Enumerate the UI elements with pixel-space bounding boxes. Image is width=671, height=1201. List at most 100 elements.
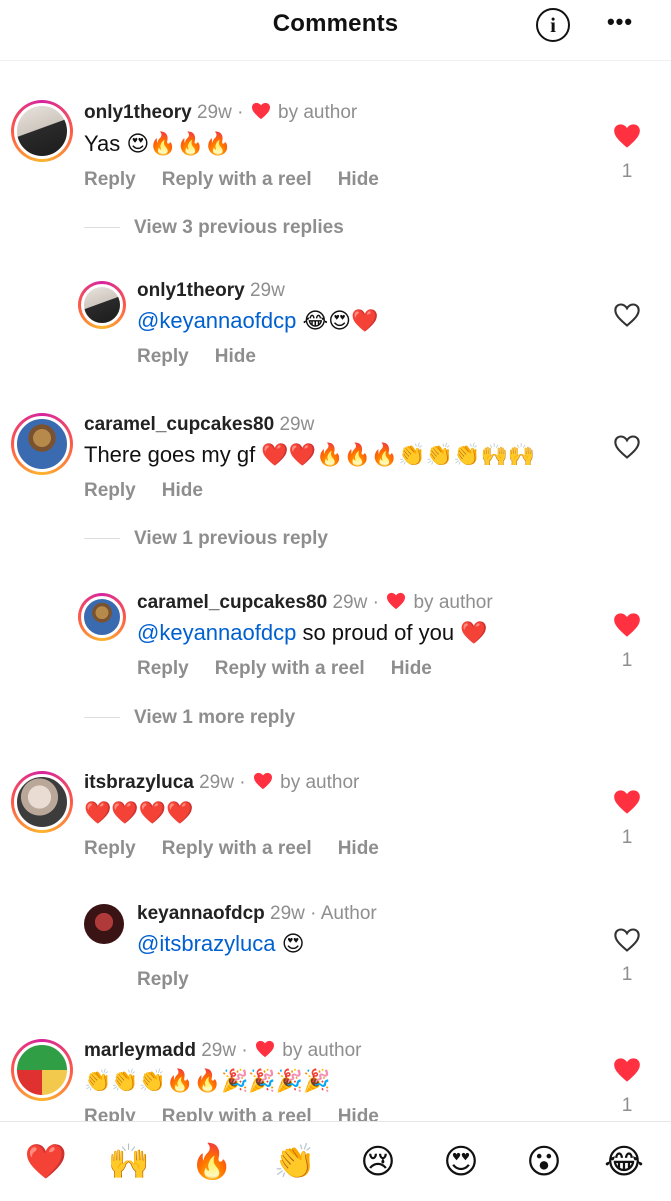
like-heart-outline-icon[interactable] bbox=[613, 302, 641, 328]
comment-text: Yas 😍🔥🔥🔥 bbox=[84, 131, 232, 156]
reply-button[interactable]: Reply bbox=[137, 969, 189, 990]
view-replies-label: View 1 more reply bbox=[134, 707, 296, 728]
author-badge: Author bbox=[320, 903, 377, 924]
comment-time: 29w bbox=[249, 280, 285, 301]
view-replies-button[interactable]: View 3 previous replies bbox=[84, 217, 344, 239]
comment-text: 👏👏👏🔥🔥🎉🎉🎉🎉 bbox=[84, 1068, 331, 1093]
author-heart-icon bbox=[251, 102, 270, 120]
avatar[interactable] bbox=[11, 413, 73, 475]
comment-username[interactable]: only1theory bbox=[84, 102, 192, 123]
comment-item: only1theory 29w · by author Yas 😍🔥🔥🔥 Rep… bbox=[0, 61, 671, 201]
hide-button[interactable]: Hide bbox=[215, 346, 256, 367]
reply-item: caramel_cupcakes80 29w · by author @keya… bbox=[0, 583, 671, 693]
emoji-laughing-button[interactable]: 😂 bbox=[602, 1142, 646, 1182]
comment-text: ❤️❤️❤️❤️ bbox=[84, 800, 194, 825]
emoji-fire-button[interactable]: 🔥 bbox=[190, 1142, 234, 1182]
view-replies-button[interactable]: View 1 previous reply bbox=[84, 528, 328, 550]
meta-separator: · bbox=[304, 903, 317, 924]
reply-button[interactable]: Reply bbox=[137, 346, 189, 367]
comment-item: itsbrazyluca 29w · by author ❤️❤️❤️❤️ Re… bbox=[0, 759, 671, 869]
like-heart-filled-icon[interactable] bbox=[613, 789, 641, 815]
more-options-button[interactable]: ••• bbox=[604, 11, 636, 36]
like-heart-outline-icon[interactable] bbox=[613, 927, 641, 953]
emoji-crying-button[interactable]: 😢 bbox=[356, 1142, 400, 1182]
reply-with-reel-button[interactable]: Reply with a reel bbox=[162, 169, 312, 190]
by-author-label: by author bbox=[280, 772, 360, 793]
comment-time: 29w bbox=[201, 1040, 237, 1061]
hide-button[interactable]: Hide bbox=[338, 169, 379, 190]
reply-button[interactable]: Reply bbox=[84, 838, 136, 859]
mention-link[interactable]: @keyannaofdcp bbox=[137, 620, 296, 645]
divider bbox=[84, 227, 120, 229]
hide-button[interactable]: Hide bbox=[338, 838, 379, 859]
emoji-surprised-button[interactable]: 😮 bbox=[522, 1142, 566, 1182]
like-heart-filled-icon[interactable] bbox=[613, 612, 641, 638]
avatar[interactable] bbox=[11, 1039, 73, 1101]
like-count: 1 bbox=[621, 827, 633, 848]
author-heart-icon bbox=[253, 772, 272, 790]
like-count: 1 bbox=[621, 161, 633, 182]
comment-time: 29w bbox=[279, 414, 315, 435]
emoji-raised-hands-button[interactable]: 🙌 bbox=[107, 1142, 151, 1182]
hide-button[interactable]: Hide bbox=[391, 658, 432, 679]
comment-text: 😂😍❤️ bbox=[296, 308, 379, 333]
comment-text: so proud of you ❤️ bbox=[296, 620, 488, 645]
avatar[interactable] bbox=[78, 593, 126, 641]
like-heart-outline-icon[interactable] bbox=[613, 434, 641, 460]
view-replies-label: View 1 previous reply bbox=[134, 528, 328, 549]
like-count: 1 bbox=[621, 1095, 633, 1116]
meta-separator: · bbox=[231, 102, 244, 123]
like-count: 1 bbox=[621, 964, 633, 985]
page-title: Comments bbox=[272, 10, 399, 37]
reply-button[interactable]: Reply bbox=[84, 480, 136, 501]
info-icon: i bbox=[550, 13, 556, 37]
author-heart-icon bbox=[387, 592, 406, 610]
comment-text: 😍 bbox=[275, 931, 305, 956]
avatar[interactable] bbox=[78, 281, 126, 329]
emoji-heart-button[interactable]: ❤️ bbox=[24, 1142, 68, 1182]
reply-item: keyannaofdcp 29w · Author @itsbrazyluca … bbox=[0, 894, 671, 1004]
meta-separator: · bbox=[367, 592, 379, 613]
like-count: 1 bbox=[621, 650, 633, 671]
divider bbox=[84, 538, 120, 540]
mention-link[interactable]: @itsbrazyluca bbox=[137, 931, 276, 956]
reply-button[interactable]: Reply bbox=[84, 1106, 136, 1121]
avatar[interactable] bbox=[11, 100, 73, 162]
reply-item: only1theory 29w @keyannaofdcp 😂😍❤️ Reply… bbox=[0, 271, 671, 381]
reply-with-reel-button[interactable]: Reply with a reel bbox=[162, 838, 312, 859]
reply-button[interactable]: Reply bbox=[137, 658, 189, 679]
comment-username[interactable]: keyannaofdcp bbox=[137, 903, 265, 924]
comments-list[interactable]: only1theory 29w · by author Yas 😍🔥🔥🔥 Rep… bbox=[0, 61, 671, 1121]
emoji-heart-eyes-button[interactable]: 😍 bbox=[439, 1142, 483, 1182]
avatar[interactable] bbox=[11, 771, 73, 833]
comment-time: 29w bbox=[196, 102, 232, 123]
info-button[interactable]: i bbox=[536, 8, 570, 42]
view-replies-label: View 3 previous replies bbox=[134, 217, 344, 238]
reply-button[interactable]: Reply bbox=[84, 169, 136, 190]
hide-button[interactable]: Hide bbox=[338, 1106, 379, 1121]
emoji-clap-button[interactable]: 👏 bbox=[273, 1142, 317, 1182]
like-heart-filled-icon[interactable] bbox=[613, 1057, 641, 1083]
reply-with-reel-button[interactable]: Reply with a reel bbox=[215, 658, 365, 679]
comment-text: There goes my gf ❤️❤️🔥🔥🔥👏👏👏🙌🙌 bbox=[84, 442, 536, 467]
comment-username[interactable]: only1theory bbox=[137, 280, 245, 301]
comment-username[interactable]: caramel_cupcakes80 bbox=[84, 414, 274, 435]
reply-with-reel-button[interactable]: Reply with a reel bbox=[162, 1106, 312, 1121]
by-author-label: by author bbox=[278, 102, 358, 123]
avatar[interactable] bbox=[84, 904, 124, 944]
mention-link[interactable]: @keyannaofdcp bbox=[137, 308, 296, 333]
meta-separator: · bbox=[236, 1040, 248, 1061]
comments-header: Comments i ••• bbox=[0, 0, 671, 61]
comment-item: caramel_cupcakes80 29w There goes my gf … bbox=[0, 401, 671, 511]
meta-separator: · bbox=[233, 772, 246, 793]
emoji-reaction-bar: ❤️ 🙌 🔥 👏 😢 😍 😮 😂 bbox=[0, 1121, 671, 1201]
comment-time: 29w bbox=[270, 903, 305, 924]
comment-username[interactable]: marleymadd bbox=[84, 1040, 196, 1061]
like-heart-filled-icon[interactable] bbox=[613, 123, 641, 149]
view-replies-button[interactable]: View 1 more reply bbox=[84, 707, 295, 729]
hide-button[interactable]: Hide bbox=[162, 480, 203, 501]
comment-username[interactable]: caramel_cupcakes80 bbox=[137, 592, 327, 613]
comment-username[interactable]: itsbrazyluca bbox=[84, 772, 194, 793]
comment-time: 29w bbox=[332, 592, 368, 613]
by-author-label: by author bbox=[282, 1040, 362, 1061]
